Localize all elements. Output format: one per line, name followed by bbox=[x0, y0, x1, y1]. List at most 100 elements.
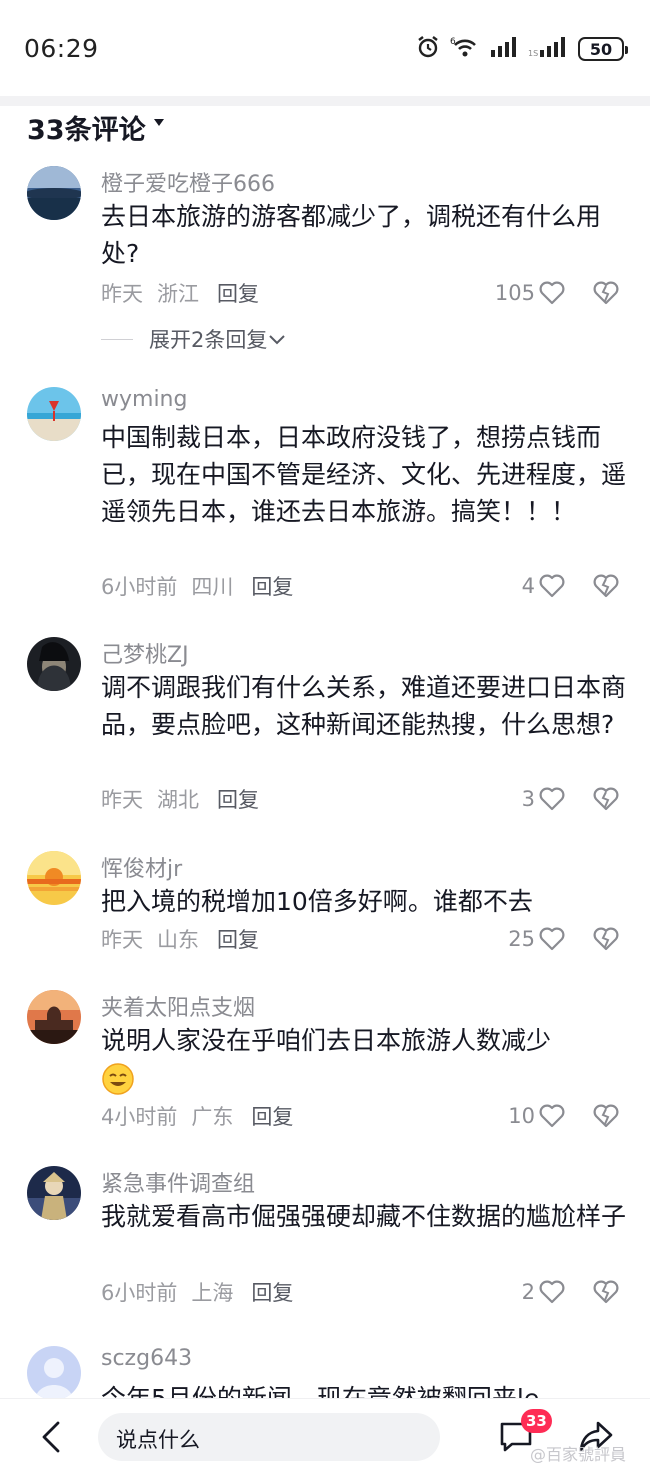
like-count: 105 bbox=[494, 281, 535, 305]
comment-location: 广东 bbox=[191, 1105, 234, 1129]
username[interactable]: 橙子爱吃橙子666 bbox=[101, 166, 275, 198]
comment-text: 中国制裁日本，日本政府没钱了，想捞点钱而已，现在中国不管是经济、文化、先进程度，… bbox=[101, 423, 627, 526]
comment-text: 说明人家没在乎咱们去日本旅游人数减少 bbox=[101, 1022, 626, 1096]
comment-input[interactable]: 说点什么 bbox=[98, 1413, 440, 1461]
comment-location: 上海 bbox=[191, 1281, 234, 1305]
svg-text:1S: 1S bbox=[528, 49, 538, 58]
username[interactable]: 紧急事件调查组 bbox=[101, 1166, 255, 1198]
like-button[interactable]: 3 bbox=[522, 784, 566, 814]
broken-heart-icon bbox=[593, 574, 619, 598]
dislike-button[interactable] bbox=[592, 784, 620, 814]
expand-replies-label: 展开2条回复 bbox=[149, 328, 268, 352]
broken-heart-icon bbox=[593, 281, 619, 305]
avatar[interactable] bbox=[27, 166, 81, 220]
like-button[interactable]: 105 bbox=[495, 278, 566, 308]
comment-text-body: 说明人家没在乎咱们去日本旅游人数减少 bbox=[101, 1026, 552, 1055]
comment-location: 四川 bbox=[191, 575, 234, 599]
heart-icon bbox=[539, 927, 565, 951]
comment-meta: 4小时前 广东 回复 bbox=[101, 1101, 293, 1131]
heart-icon bbox=[539, 1280, 565, 1304]
avatar[interactable] bbox=[27, 1166, 81, 1220]
comment-text: 我就爱看高市倔强强硬却藏不住数据的尴尬样子 bbox=[101, 1202, 627, 1231]
expand-replies-button[interactable]: 展开2条回复 bbox=[101, 324, 287, 354]
comment-text: 调不调跟我们有什么关系，难道还要进口日本商品，要点脸吧，这种新闻还能热搜，什么思… bbox=[101, 673, 627, 739]
username[interactable]: sczg643 bbox=[101, 1346, 192, 1371]
status-bar: 06:29 6 1S 50 bbox=[0, 0, 650, 96]
dislike-button[interactable] bbox=[592, 1101, 620, 1131]
username[interactable]: 己梦桃ZJ bbox=[101, 637, 189, 669]
avatar[interactable] bbox=[27, 637, 81, 691]
comment-time: 6小时前 bbox=[101, 575, 178, 599]
like-count: 25 bbox=[508, 927, 535, 951]
comment-meta: 昨天 山东 回复 bbox=[101, 924, 259, 954]
comment-input-placeholder: 说点什么 bbox=[116, 1428, 200, 1452]
username[interactable]: 恽俊材jr bbox=[101, 851, 182, 883]
status-time: 06:29 bbox=[24, 34, 99, 63]
comments-header: 33条评论 bbox=[0, 106, 650, 146]
battery-icon: 50 bbox=[578, 37, 628, 61]
like-count: 2 bbox=[521, 1280, 535, 1304]
heart-icon bbox=[539, 787, 565, 811]
signal-icon bbox=[490, 36, 518, 62]
comment-text: 去日本旅游的游客都减少了，调税还有什么用处? bbox=[101, 202, 602, 268]
comment-time: 4小时前 bbox=[101, 1105, 178, 1129]
comment-text: 把入境的税增加10倍多好啊。谁都不去 bbox=[101, 887, 533, 916]
comment-time: 昨天 bbox=[101, 282, 143, 306]
status-icons: 6 1S 50 bbox=[416, 34, 628, 64]
username[interactable]: 夹着太阳点支烟 bbox=[101, 990, 255, 1022]
dislike-button[interactable] bbox=[592, 571, 620, 601]
comment-count-badge: 33 bbox=[521, 1409, 552, 1433]
reply-button[interactable]: 回复 bbox=[217, 278, 259, 308]
back-arrow-icon[interactable] bbox=[38, 1421, 64, 1457]
caret-down-icon[interactable] bbox=[154, 119, 164, 126]
watermark: @百家號評員 bbox=[530, 1445, 627, 1464]
comment-meta: 6小时前 上海 回复 bbox=[101, 1277, 293, 1307]
comment-meta: 昨天 浙江 回复 bbox=[101, 278, 259, 308]
like-button[interactable]: 10 bbox=[508, 1101, 566, 1131]
broken-heart-icon bbox=[593, 1104, 619, 1128]
expand-divider bbox=[101, 338, 133, 340]
dislike-button[interactable] bbox=[592, 924, 620, 954]
like-button[interactable]: 4 bbox=[522, 571, 566, 601]
broken-heart-icon bbox=[593, 927, 619, 951]
heart-icon bbox=[539, 1104, 565, 1128]
like-count: 4 bbox=[521, 574, 535, 598]
comment-count-title[interactable]: 33条评论 bbox=[27, 108, 146, 147]
comment-item: sczg643 今年5月份的新闻，现在竟然被翻回来le bbox=[0, 1346, 650, 1398]
reply-button[interactable]: 回复 bbox=[217, 924, 259, 954]
avatar[interactable] bbox=[27, 1346, 81, 1398]
broken-heart-icon bbox=[593, 787, 619, 811]
avatar[interactable] bbox=[27, 851, 81, 905]
reply-button[interactable]: 回复 bbox=[251, 571, 293, 601]
username[interactable]: wyming bbox=[101, 387, 187, 412]
avatar[interactable] bbox=[27, 990, 81, 1044]
sheet-top-divider bbox=[0, 96, 650, 106]
like-button[interactable]: 2 bbox=[522, 1277, 566, 1307]
like-button[interactable]: 25 bbox=[508, 924, 566, 954]
svg-text:6: 6 bbox=[450, 37, 456, 47]
comment-time: 昨天 bbox=[101, 788, 143, 812]
broken-heart-icon bbox=[593, 1280, 619, 1304]
reply-button[interactable]: 回复 bbox=[251, 1101, 293, 1131]
dislike-button[interactable] bbox=[592, 1277, 620, 1307]
comment-location: 山东 bbox=[157, 928, 199, 952]
reply-button[interactable]: 回复 bbox=[217, 784, 259, 814]
heart-icon bbox=[539, 281, 565, 305]
comment-time: 6小时前 bbox=[101, 1281, 178, 1305]
signal-icon-2: 1S bbox=[528, 36, 568, 62]
reply-button[interactable]: 回复 bbox=[251, 1277, 293, 1307]
heart-icon bbox=[539, 574, 565, 598]
like-count: 3 bbox=[521, 787, 535, 811]
dislike-button[interactable] bbox=[592, 278, 620, 308]
wifi-icon: 6 bbox=[450, 35, 480, 63]
avatar[interactable] bbox=[27, 387, 81, 441]
smiling-emoji-icon bbox=[102, 1063, 134, 1095]
comment-time: 昨天 bbox=[101, 928, 143, 952]
like-count: 10 bbox=[508, 1104, 535, 1128]
chevron-down-icon bbox=[269, 335, 286, 345]
alarm-icon bbox=[416, 35, 440, 63]
comment-text: 今年5月份的新闻，现在竟然被翻回来le bbox=[101, 1380, 626, 1398]
comment-location: 湖北 bbox=[157, 788, 199, 812]
comment-meta: 昨天 湖北 回复 bbox=[101, 784, 259, 814]
comment-location: 浙江 bbox=[157, 282, 199, 306]
